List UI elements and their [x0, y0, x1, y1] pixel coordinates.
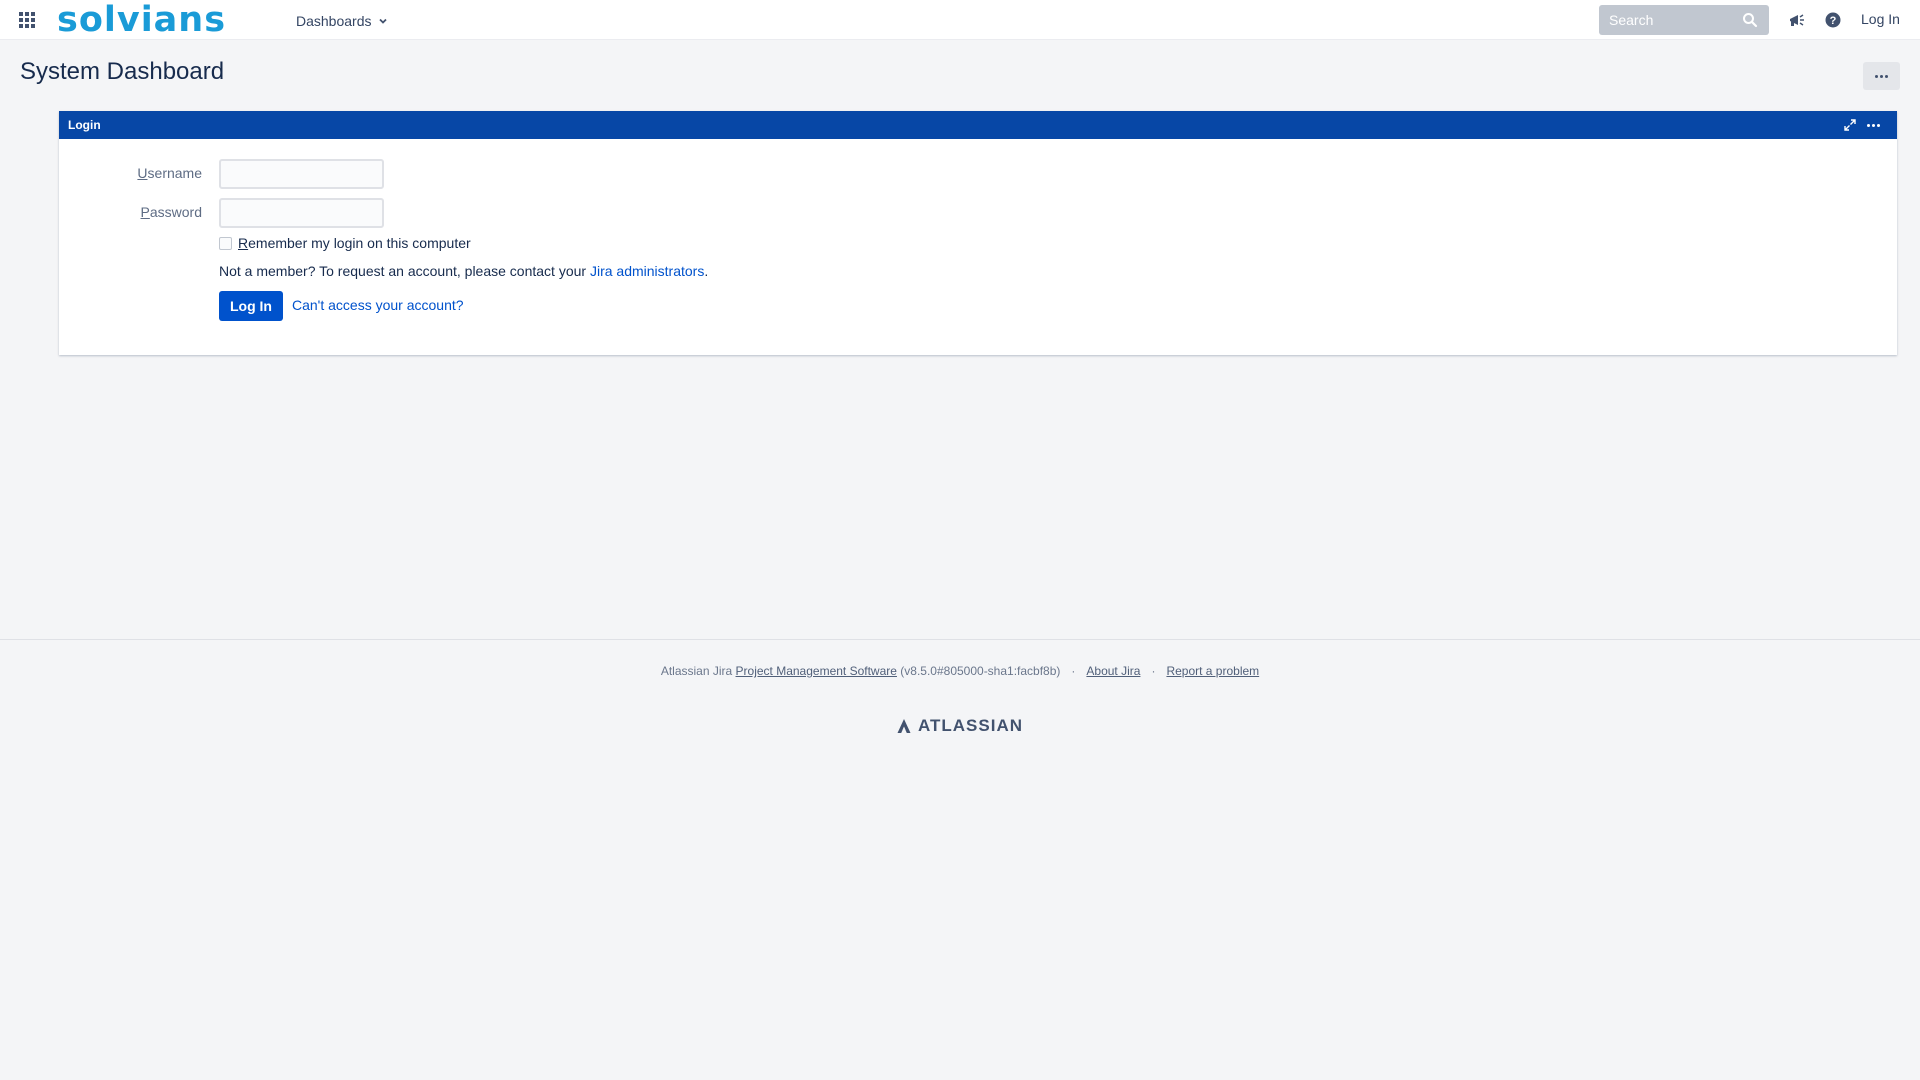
username-field[interactable] — [219, 159, 384, 189]
password-label: Password — [140, 204, 202, 220]
request-account-text: Not a member? To request an account, ple… — [219, 263, 709, 279]
gadget-menu-icon[interactable] — [1862, 118, 1884, 132]
login-gadget: Login Username Password Remember my logi… — [59, 111, 1897, 355]
solvians-logo[interactable]: solvians — [57, 2, 253, 36]
svg-text:solvians: solvians — [57, 2, 226, 36]
svg-text:?: ? — [1830, 15, 1837, 27]
gadget-header: Login — [59, 111, 1897, 139]
megaphone-icon[interactable] — [1788, 12, 1805, 28]
about-jira-link[interactable]: About Jira — [1086, 664, 1140, 678]
chevron-down-icon — [378, 18, 387, 24]
search-icon[interactable] — [1742, 12, 1758, 28]
top-navigation-bar: solvians Dashboards ? Log In — [0, 0, 1920, 40]
gadget-title: Login — [68, 118, 101, 132]
footer-divider — [0, 639, 1920, 640]
cant-access-account-link[interactable]: Can't access your account? — [292, 297, 464, 313]
report-problem-link[interactable]: Report a problem — [1166, 664, 1259, 678]
remember-me-checkbox[interactable] — [219, 237, 232, 250]
dashboards-menu[interactable]: Dashboards — [296, 11, 388, 31]
atlassian-logo[interactable]: ATLASSIAN — [896, 716, 1023, 736]
atlassian-mark-icon — [897, 719, 911, 733]
help-icon[interactable]: ? — [1825, 12, 1841, 28]
footer-links: Atlassian Jira Project Management Softwa… — [660, 664, 1260, 678]
page-title: System Dashboard — [20, 58, 225, 85]
remember-me-label[interactable]: Remember my login on this computer — [238, 235, 471, 251]
app-switcher-icon[interactable] — [19, 12, 37, 30]
username-label: Username — [137, 165, 202, 181]
maximize-icon[interactable] — [1843, 118, 1857, 132]
dashboards-menu-label: Dashboards — [296, 13, 372, 29]
login-button[interactable]: Log In — [219, 291, 283, 321]
password-field[interactable] — [219, 198, 384, 228]
dashboard-actions-button[interactable] — [1863, 62, 1900, 90]
project-management-software-link[interactable]: Project Management Software — [736, 664, 897, 678]
jira-administrators-link[interactable]: Jira administrators — [590, 263, 704, 279]
more-dots-icon — [1875, 74, 1878, 78]
header-login-link[interactable]: Log In — [1861, 11, 1900, 27]
